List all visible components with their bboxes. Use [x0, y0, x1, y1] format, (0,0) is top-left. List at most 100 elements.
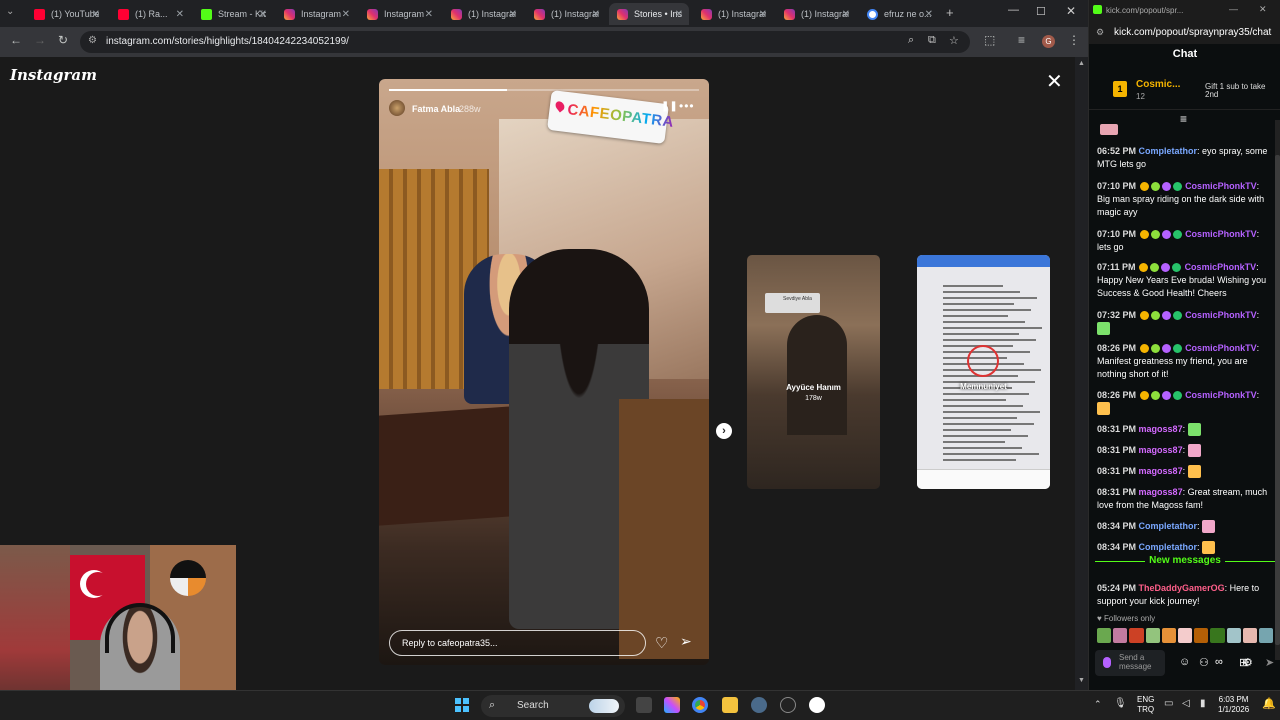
- browser-tab[interactable]: (1) Instagram✕: [693, 3, 773, 25]
- tab-search-icon[interactable]: ⌄: [6, 6, 14, 17]
- send-icon[interactable]: ➤: [1265, 656, 1274, 669]
- message-username[interactable]: CosmicPhonkTV: [1185, 343, 1257, 353]
- obs-icon[interactable]: [780, 697, 796, 713]
- like-heart-icon[interactable]: ♡: [655, 634, 668, 652]
- close-story-button[interactable]: ✕: [1046, 69, 1063, 94]
- windows-start-icon[interactable]: [455, 698, 469, 712]
- bookmark-star-icon[interactable]: ☆: [949, 34, 959, 47]
- emote-icon[interactable]: [1226, 628, 1241, 643]
- minimize-button[interactable]: —: [1008, 4, 1019, 16]
- tab-close-icon[interactable]: ✕: [842, 9, 850, 20]
- next-story-preview[interactable]: Sevdiye Abla Ayyüce Hanım 178w: [747, 255, 880, 489]
- emote-icon[interactable]: [1145, 628, 1160, 643]
- emote-icon[interactable]: [1097, 628, 1112, 643]
- next-story-arrow-icon[interactable]: ›: [716, 423, 732, 439]
- settings-app-icon[interactable]: [751, 697, 767, 713]
- emote-icon[interactable]: [1210, 628, 1225, 643]
- message-username[interactable]: magoss87: [1139, 424, 1183, 434]
- new-tab-button[interactable]: +: [946, 5, 954, 20]
- mic-tray-icon[interactable]: 🎙: [1114, 698, 1127, 709]
- link-icon[interactable]: ∞: [1215, 656, 1223, 668]
- browser-tab[interactable]: Stream - Kick✕: [193, 3, 273, 25]
- close-window-button[interactable]: ✕: [1066, 4, 1076, 18]
- emote-icon[interactable]: [1161, 628, 1176, 643]
- display-icon[interactable]: ▭: [1164, 698, 1173, 709]
- emote-icon[interactable]: [1113, 628, 1128, 643]
- browser-tab[interactable]: efruz ne o... ✕: [859, 3, 939, 25]
- emote-icon[interactable]: [1258, 628, 1274, 643]
- pause-icon[interactable]: ❚❚: [661, 101, 678, 112]
- message-username[interactable]: CosmicPhonkTV: [1185, 181, 1257, 191]
- install-icon[interactable]: ⧉: [928, 34, 936, 47]
- close-window-button[interactable]: ✕: [1259, 4, 1267, 15]
- popout-address-bar[interactable]: ⚙ kick.com/popout/spraynpray35/chat: [1089, 22, 1280, 44]
- site-info-icon[interactable]: ⚙: [1096, 27, 1104, 38]
- instagram-logo[interactable]: Instagram: [10, 66, 97, 84]
- emoji-icon[interactable]: ☺: [1179, 656, 1190, 668]
- message-username[interactable]: magoss87: [1139, 487, 1183, 497]
- battery-icon[interactable]: ▮: [1200, 698, 1206, 709]
- settings-gear-icon[interactable]: ⚙: [1243, 656, 1253, 669]
- next-story-preview[interactable]: Memnuniyet: [917, 255, 1050, 489]
- story-user-avatar[interactable]: [389, 100, 405, 116]
- tab-close-icon[interactable]: ✕: [176, 9, 184, 20]
- message-username[interactable]: Completathor: [1139, 146, 1198, 156]
- emote-picker-icon[interactable]: ⚇: [1199, 656, 1209, 669]
- emote-icon[interactable]: [1194, 628, 1209, 643]
- zoom-icon[interactable]: ⌕: [908, 34, 914, 47]
- page-scrollbar[interactable]: ▲ ▼: [1075, 57, 1088, 690]
- copilot-icon[interactable]: [664, 697, 680, 713]
- browser-tab[interactable]: (1) Instagram✕: [776, 3, 856, 25]
- language-indicator[interactable]: ENG TRQ: [1137, 695, 1154, 715]
- tab-close-icon[interactable]: ✕: [342, 9, 350, 20]
- mic-icon[interactable]: [1103, 657, 1111, 668]
- tab-close-icon[interactable]: ✕: [425, 9, 433, 20]
- browser-tab[interactable]: (1) Instagram✕: [526, 3, 606, 25]
- chrome-icon[interactable]: [692, 697, 708, 713]
- message-username[interactable]: magoss87: [1139, 445, 1183, 455]
- browser-tab[interactable]: Instagram ✕: [276, 3, 356, 25]
- message-username[interactable]: CosmicPhonkTV: [1185, 390, 1257, 400]
- media-player-icon[interactable]: [809, 697, 825, 713]
- tab-close-icon[interactable]: ✕: [509, 9, 517, 20]
- tab-close-icon[interactable]: ✕: [675, 9, 683, 20]
- task-view-icon[interactable]: [636, 697, 652, 713]
- reload-icon[interactable]: ↻: [58, 33, 68, 47]
- share-send-icon[interactable]: ➢: [680, 633, 692, 650]
- chat-scrollbar[interactable]: [1275, 120, 1280, 660]
- chat-input[interactable]: Send a message: [1095, 650, 1165, 676]
- more-options-icon[interactable]: •••: [679, 99, 695, 113]
- reply-input[interactable]: Reply to cafeopatra35...: [389, 630, 646, 656]
- back-icon[interactable]: ←: [10, 33, 22, 47]
- message-username[interactable]: TheDaddyGamerOG: [1139, 583, 1225, 593]
- emote-icon[interactable]: [1242, 628, 1257, 643]
- emote-icon[interactable]: [1129, 628, 1144, 643]
- new-messages-divider[interactable]: New messages: [1089, 555, 1280, 566]
- emote-icon[interactable]: [1177, 628, 1193, 643]
- address-bar[interactable]: ⚙ instagram.com/stories/highlights/18404…: [80, 31, 970, 53]
- notifications-icon[interactable]: 🔔: [1262, 697, 1276, 710]
- site-info-icon[interactable]: ⚙: [88, 35, 97, 46]
- pinned-leaderboard[interactable]: 1 Cosmic... 12 Gift 1 sub to take 2nd: [1089, 70, 1280, 110]
- file-explorer-icon[interactable]: [722, 697, 738, 713]
- tab-list-icon[interactable]: ≡: [1018, 33, 1025, 47]
- tray-overflow-icon[interactable]: ⌃: [1094, 699, 1102, 710]
- clock[interactable]: 6:03 PM 1/1/2026: [1218, 695, 1249, 715]
- filter-icon[interactable]: ≡: [1180, 112, 1187, 126]
- message-username[interactable]: CosmicPhonkTV: [1185, 262, 1257, 272]
- taskbar-search[interactable]: ⌕ Search: [481, 695, 625, 717]
- tab-close-icon[interactable]: ✕: [259, 9, 267, 20]
- extensions-icon[interactable]: ⬚: [984, 33, 995, 47]
- browser-tab[interactable]: (1) YouTube ✕: [26, 3, 106, 25]
- message-username[interactable]: Completathor: [1139, 542, 1198, 552]
- message-username[interactable]: CosmicPhonkTV: [1185, 229, 1257, 239]
- tab-close-icon[interactable]: ✕: [759, 9, 767, 20]
- story-frame[interactable]: Fatma Abla 288w CAFEOPATRA ❚❚ ••• Reply …: [379, 79, 709, 665]
- forward-icon[interactable]: →: [34, 33, 46, 47]
- profile-avatar[interactable]: G: [1042, 35, 1055, 48]
- story-username[interactable]: Fatma Abla: [412, 104, 460, 114]
- tab-close-icon[interactable]: ✕: [92, 9, 100, 20]
- message-username[interactable]: CosmicPhonkTV: [1185, 310, 1257, 320]
- browser-tab[interactable]: Stories • Instagram✕: [609, 3, 689, 25]
- browser-tab[interactable]: Instagram ✕: [359, 3, 439, 25]
